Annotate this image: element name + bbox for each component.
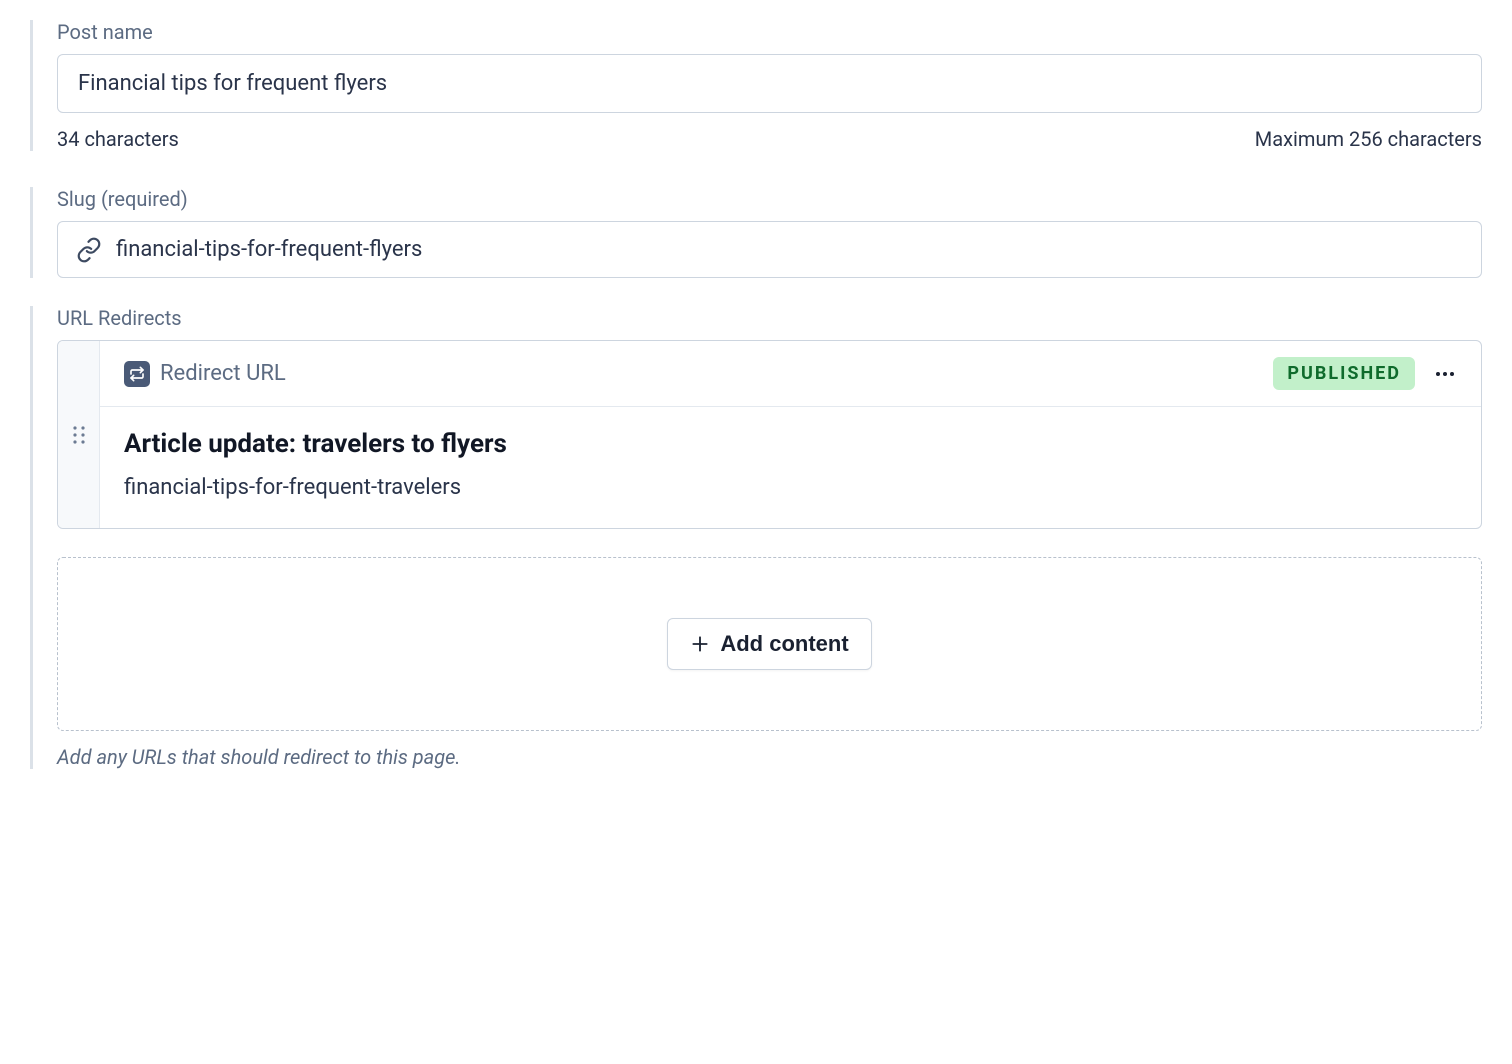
post-name-label: Post name	[57, 20, 1482, 44]
url-redirects-label: URL Redirects	[57, 306, 1482, 330]
redirect-card: Redirect URL PUBLISHED Article update: t…	[57, 340, 1482, 529]
redirect-header: Redirect URL PUBLISHED	[100, 341, 1481, 407]
status-badge: PUBLISHED	[1273, 357, 1415, 390]
slug-field: Slug (required)	[30, 187, 1482, 278]
add-content-label: Add content	[720, 631, 848, 657]
plus-icon	[690, 634, 710, 654]
link-icon	[76, 237, 102, 263]
post-name-input[interactable]	[57, 54, 1482, 113]
redirect-slug-value: financial-tips-for-frequent-travelers	[124, 475, 1457, 500]
url-redirects-field: URL Redirects Redirect URL	[30, 306, 1482, 769]
redirects-help-text: Add any URLs that should redirect to thi…	[57, 745, 1482, 769]
slug-input[interactable]	[114, 236, 1463, 263]
post-name-field: Post name 34 characters Maximum 256 char…	[30, 20, 1482, 151]
post-name-max-chars: Maximum 256 characters	[1255, 127, 1482, 151]
post-name-char-count: 34 characters	[57, 127, 179, 151]
drag-handle[interactable]	[58, 341, 100, 528]
more-button[interactable]	[1433, 362, 1457, 386]
slug-label: Slug (required)	[57, 187, 1482, 211]
slug-input-wrapper[interactable]	[57, 221, 1482, 278]
redirect-icon	[124, 361, 150, 387]
redirect-type-label: Redirect URL	[160, 361, 286, 386]
redirect-title: Article update: travelers to flyers	[124, 429, 1457, 459]
add-content-button[interactable]: Add content	[667, 618, 871, 670]
add-content-zone: Add content	[57, 557, 1482, 731]
